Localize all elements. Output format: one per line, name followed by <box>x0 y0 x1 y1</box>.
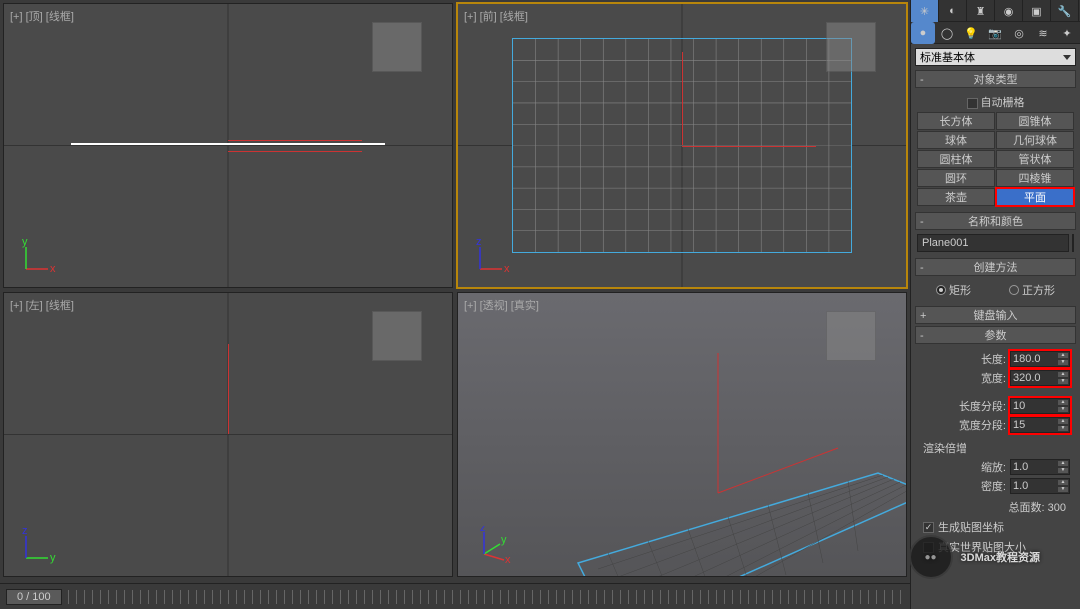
density-spinner[interactable]: ▲▼ <box>1010 478 1070 494</box>
rollout-name-color[interactable]: -名称和颜色 <box>915 212 1076 230</box>
scale-spinner[interactable]: ▲▼ <box>1010 459 1070 475</box>
time-ruler[interactable] <box>68 590 904 604</box>
category-dropdown[interactable]: 标准基本体 <box>915 48 1076 66</box>
axis-gizmo-icon: x z <box>472 237 512 277</box>
width-segs-spinner[interactable]: ▲▼ <box>1010 417 1070 433</box>
subtab-spacewarps-icon[interactable]: ≋ <box>1031 22 1055 44</box>
render-mult-label: 渲染倍增 <box>917 440 1074 456</box>
btn-sphere[interactable]: 球体 <box>917 131 995 149</box>
subtab-lights-icon[interactable]: 💡 <box>959 22 983 44</box>
subtab-systems-icon[interactable]: ✦ <box>1055 22 1079 44</box>
time-slider[interactable]: 0 / 100 <box>6 589 62 605</box>
btn-box[interactable]: 长方体 <box>917 112 995 130</box>
rollout-creation[interactable]: -创建方法 <box>915 258 1076 276</box>
viewport-top[interactable]: [+] [顶] [线框] x y <box>3 3 453 288</box>
btn-plane[interactable]: 平面 <box>996 188 1074 206</box>
viewcube-icon[interactable] <box>372 22 422 72</box>
tab-motion[interactable]: ◉ <box>995 0 1023 22</box>
command-panel: ✳ ◐ ♜ ◉ ▣ 🔧 ● ◯ 💡 📷 ◎ ≋ ✦ 标准基本体 -对象类型 自动… <box>910 0 1080 609</box>
svg-text:y: y <box>501 534 507 546</box>
tab-display[interactable]: ▣ <box>1023 0 1051 22</box>
object-name-input[interactable] <box>917 234 1069 252</box>
svg-text:x: x <box>50 263 56 275</box>
btn-geosphere[interactable]: 几何球体 <box>996 131 1074 149</box>
total-faces: 总面数: 300 <box>917 497 1074 517</box>
subtab-helpers-icon[interactable]: ◎ <box>1007 22 1031 44</box>
category-value: 标准基本体 <box>920 49 975 65</box>
btn-cone[interactable]: 圆锥体 <box>996 112 1074 130</box>
btn-teapot[interactable]: 茶壶 <box>917 188 995 206</box>
svg-text:z: z <box>480 526 486 534</box>
length-spinner[interactable]: ▲▼ <box>1010 351 1070 367</box>
axis-gizmo-icon: x y z <box>472 526 512 566</box>
timeline[interactable]: 0 / 100 <box>0 583 910 609</box>
viewport-perspective[interactable]: [+] [透视] [真实] x y z <box>457 292 907 577</box>
viewcube-icon[interactable] <box>372 311 422 361</box>
plane-edge <box>71 143 385 145</box>
tab-utilities[interactable]: 🔧 <box>1051 0 1079 22</box>
gen-mapping-checkbox[interactable]: 生成贴图坐标 <box>917 517 1074 537</box>
axis-gizmo-icon: x y <box>18 237 58 277</box>
chevron-down-icon <box>1063 55 1071 60</box>
subtab-cameras-icon[interactable]: 📷 <box>983 22 1007 44</box>
viewport-label-front: [+] [前] [线框] <box>464 8 528 24</box>
svg-text:y: y <box>50 552 56 564</box>
svg-text:x: x <box>505 554 511 566</box>
rollout-keyboard[interactable]: +键盘输入 <box>915 306 1076 324</box>
svg-text:z: z <box>22 526 28 537</box>
color-swatch[interactable] <box>1072 234 1074 252</box>
btn-pyramid[interactable]: 四棱锥 <box>996 169 1074 187</box>
axis-gizmo-icon: y z <box>18 526 58 566</box>
wechat-icon: ●● <box>909 535 953 579</box>
tab-create[interactable]: ✳ <box>911 0 939 22</box>
watermark: ●● 3DMax教程资源 <box>909 535 1040 579</box>
tab-hierarchy[interactable]: ♜ <box>967 0 995 22</box>
svg-text:z: z <box>476 237 482 248</box>
svg-text:x: x <box>504 263 510 275</box>
svg-text:y: y <box>22 237 28 248</box>
autogrid-checkbox[interactable]: 自动栅格 <box>917 92 1074 112</box>
length-segs-spinner[interactable]: ▲▼ <box>1010 398 1070 414</box>
subtab-shapes-icon[interactable]: ◯ <box>935 22 959 44</box>
subtab-geometry-icon[interactable]: ● <box>911 22 935 44</box>
rollout-object-type[interactable]: -对象类型 <box>915 70 1076 88</box>
btn-cylinder[interactable]: 圆柱体 <box>917 150 995 168</box>
viewport-front[interactable]: [+] [前] [线框] x z <box>457 3 907 288</box>
btn-tube[interactable]: 管状体 <box>996 150 1074 168</box>
viewport-left[interactable]: [+] [左] [线框] y z <box>3 292 453 577</box>
viewcube-icon[interactable] <box>826 22 876 72</box>
tab-modify[interactable]: ◐ <box>939 0 967 22</box>
radio-rectangle[interactable]: 矩形 <box>936 282 971 298</box>
rollout-params[interactable]: -参数 <box>915 326 1076 344</box>
viewport-label-top: [+] [顶] [线框] <box>10 8 74 24</box>
viewport-label-left: [+] [左] [线框] <box>10 297 74 313</box>
width-spinner[interactable]: ▲▼ <box>1010 370 1070 386</box>
viewport-label-persp: [+] [透视] [真实] <box>464 297 539 313</box>
viewcube-icon[interactable] <box>826 311 876 361</box>
btn-torus[interactable]: 圆环 <box>917 169 995 187</box>
radio-square[interactable]: 正方形 <box>1009 282 1055 298</box>
